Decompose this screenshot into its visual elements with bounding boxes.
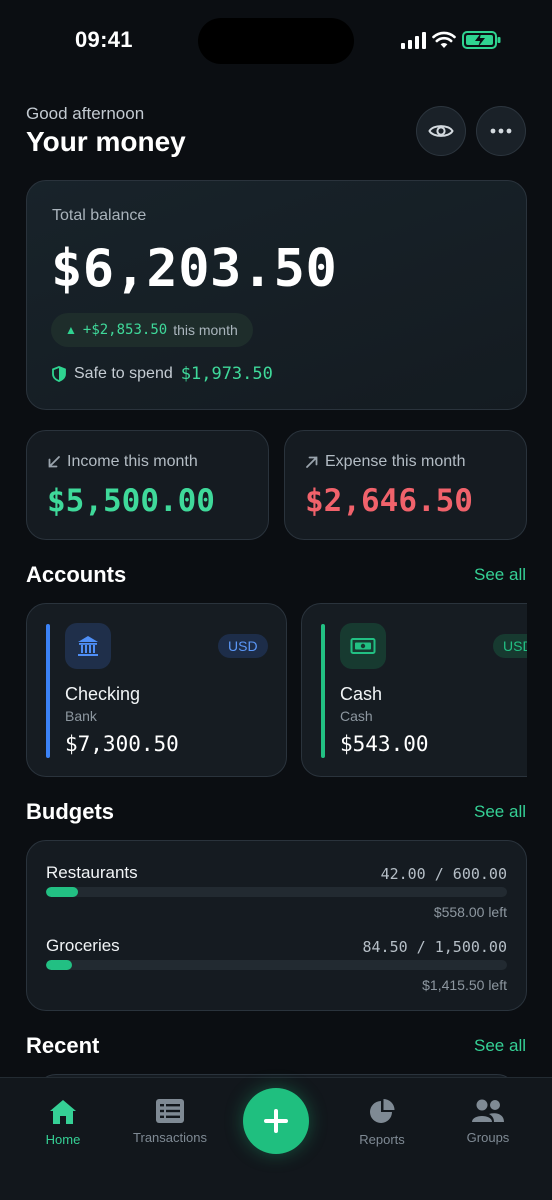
nav-label: Reports — [359, 1132, 405, 1147]
account-name: Cash — [340, 684, 383, 704]
budgets-see-all-link[interactable]: See all — [474, 802, 526, 822]
safe-to-spend: Safe to spend $1,973.50 — [52, 364, 273, 384]
account-type: Cash — [340, 708, 373, 724]
expense-value: $2,646.50 — [305, 483, 473, 519]
wifi-icon — [432, 31, 456, 48]
account-accent-stripe — [46, 624, 50, 758]
currency-badge: USD — [493, 634, 527, 658]
balance-value: $6,203.50 — [51, 239, 338, 299]
status-bar: 09:41 — [0, 0, 552, 84]
budget-progress-fill — [46, 887, 79, 897]
budget-remaining: $558.00 left — [433, 904, 507, 920]
recent-see-all-link[interactable]: See all — [474, 1036, 526, 1056]
home-icon — [50, 1100, 76, 1124]
reports-icon — [370, 1099, 395, 1123]
income-card[interactable]: Income this month $5,500.00 — [26, 430, 269, 540]
budget-progress-fill — [46, 960, 72, 970]
account-accent-stripe — [321, 624, 325, 758]
budget-amount: 84.50 / 1,500.00 — [362, 938, 508, 956]
expense-label: Expense this month — [325, 453, 466, 470]
budget-progress-track — [46, 960, 507, 970]
nav-item-groups[interactable]: Groups — [438, 1098, 538, 1145]
nav-label: Home — [45, 1132, 81, 1147]
budgets-card: Restaurants 42.00 / 600.00 $558.00 left … — [26, 840, 527, 1011]
bank-icon — [65, 623, 111, 669]
account-card-checking[interactable]: USD Checking Bank $7,300.50 — [26, 603, 287, 777]
add-transaction-button[interactable] — [243, 1088, 309, 1154]
budget-name: Restaurants — [46, 863, 138, 882]
accounts-title: Accounts — [26, 562, 127, 587]
shield-icon — [52, 366, 66, 382]
dynamic-island — [198, 18, 354, 64]
more-options-button[interactable] — [476, 106, 526, 156]
expense-card[interactable]: Expense this month $2,646.50 — [284, 430, 527, 540]
groups-icon — [472, 1099, 504, 1122]
arrow-up-icon: ▲ — [65, 323, 77, 337]
income-label: Income this month — [67, 453, 198, 470]
nav-label: Transactions — [133, 1130, 207, 1145]
arrow-up-right-icon — [306, 456, 318, 468]
nav-item-home[interactable]: Home — [13, 1098, 113, 1147]
more-horizontal-icon — [490, 128, 512, 134]
accounts-see-all-link[interactable]: See all — [474, 565, 526, 585]
safe-to-spend-label: Safe to spend — [74, 365, 173, 382]
budget-amount: 42.00 / 600.00 — [380, 865, 507, 883]
signal-icon — [401, 31, 426, 49]
arrow-down-left-icon — [48, 456, 60, 468]
income-value: $5,500.00 — [47, 483, 215, 519]
budget-remaining: $1,415.50 left — [422, 977, 507, 993]
income-label-row: Income this month — [47, 453, 198, 471]
status-icons — [401, 30, 502, 50]
balance-label: Total balance — [52, 207, 147, 224]
accounts-carousel[interactable]: USD Checking Bank $7,300.50 USD Cash Cas… — [26, 603, 527, 778]
battery-icon — [462, 31, 501, 49]
account-type: Bank — [65, 708, 97, 724]
toggle-visibility-button[interactable] — [416, 106, 466, 156]
account-balance: $543.00 — [340, 732, 429, 756]
eye-icon — [428, 125, 454, 137]
status-time: 09:41 — [75, 27, 133, 52]
balance-change-period: this month — [173, 322, 238, 338]
balance-change-badge: ▲ +$2,853.50 this month — [51, 313, 253, 347]
plus-icon — [264, 1109, 288, 1133]
nav-label: Groups — [466, 1130, 510, 1145]
cash-icon — [340, 623, 386, 669]
balance-card: Total balance $6,203.50 ▲ +$2,853.50 thi… — [26, 180, 527, 410]
expense-label-row: Expense this month — [305, 453, 466, 471]
safe-to-spend-amount: $1,973.50 — [180, 364, 273, 384]
budget-progress-track — [46, 887, 507, 897]
account-card-cash[interactable]: USD Cash Cash $543.00 — [301, 603, 527, 777]
budget-row[interactable]: Restaurants 42.00 / 600.00 $558.00 left — [46, 863, 507, 923]
bottom-nav: Home Transactions Reports Groups — [0, 1077, 552, 1200]
nav-item-transactions[interactable]: Transactions — [120, 1098, 220, 1145]
account-balance: $7,300.50 — [65, 732, 179, 756]
budget-name: Groceries — [46, 936, 120, 955]
page-title: Your money — [26, 126, 186, 157]
account-name: Checking — [65, 684, 141, 704]
nav-item-reports[interactable]: Reports — [332, 1098, 432, 1147]
budget-row[interactable]: Groceries 84.50 / 1,500.00 $1,415.50 lef… — [46, 936, 507, 996]
greeting: Good afternoon — [26, 104, 145, 123]
recent-title: Recent — [26, 1033, 100, 1058]
balance-change-amount: +$2,853.50 — [82, 322, 168, 338]
transactions-icon — [156, 1099, 184, 1123]
budgets-title: Budgets — [26, 799, 114, 824]
currency-badge: USD — [218, 634, 268, 658]
